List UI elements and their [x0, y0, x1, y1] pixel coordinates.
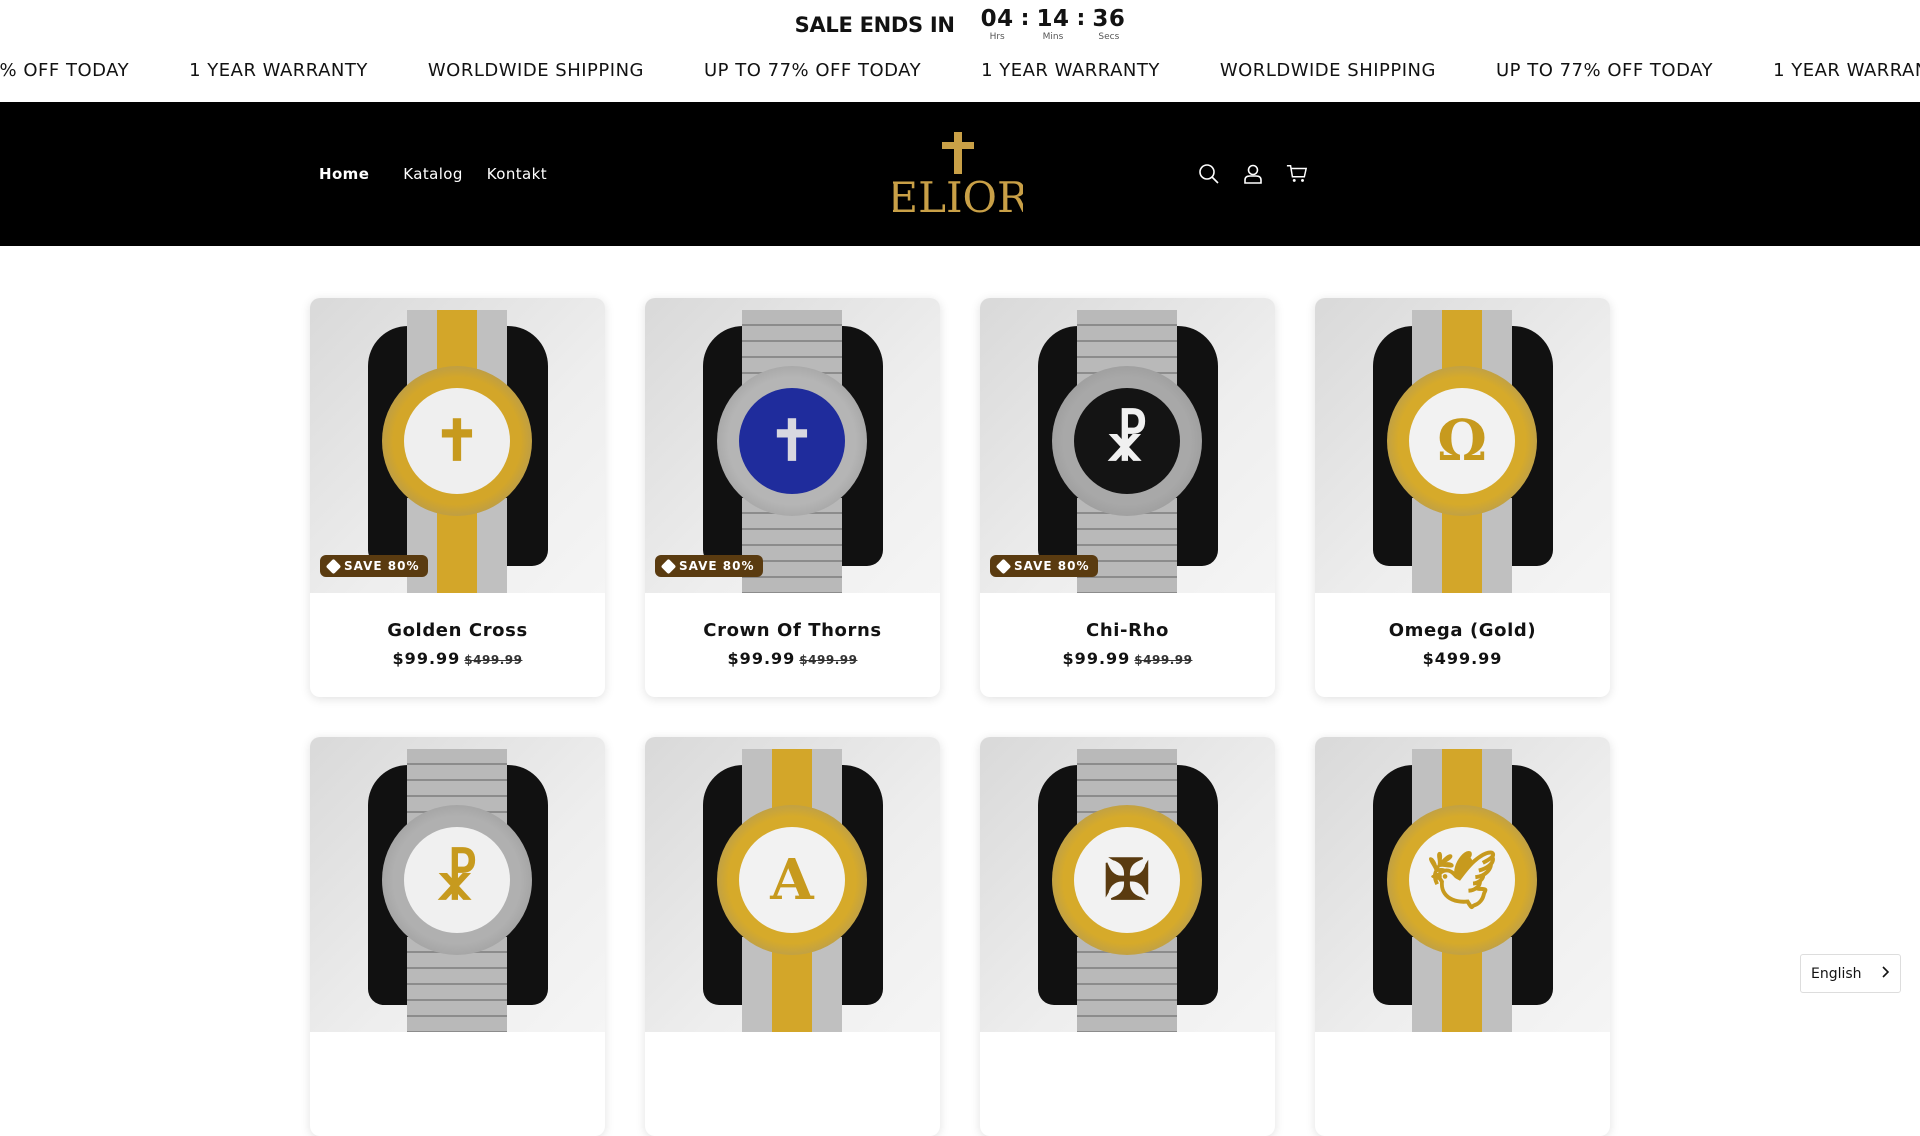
product-info: [645, 1032, 940, 1136]
search-icon[interactable]: [1198, 163, 1220, 185]
product-card[interactable]: ✠: [980, 737, 1275, 1136]
timer-secs-label: Secs: [1098, 32, 1120, 42]
chevron-right-icon: [1880, 965, 1890, 982]
cross-logo-icon: ELIOR: [887, 132, 1030, 222]
header-icons: [1198, 102, 1308, 246]
product-card[interactable]: ☧: [310, 737, 605, 1136]
product-grid: ✝ SAVE 80% Golden Cross $99.99 $499.99 ✝ SAVE …: [310, 298, 1610, 1136]
sale-badge: SAVE 80%: [990, 555, 1098, 577]
product-compare-price: $499.99: [464, 653, 523, 667]
nav-catalog-link[interactable]: Katalog: [403, 165, 463, 183]
product-price: $99.99: [392, 649, 461, 668]
product-image[interactable]: ✝ SAVE 80%: [310, 298, 605, 593]
watch-dial-symbol: 🕊: [1409, 827, 1515, 933]
tag-icon: [660, 558, 677, 574]
marquee-item: 1 YEAR WARRANTY: [189, 60, 368, 81]
product-price: $99.99: [1062, 649, 1131, 668]
marquee-item: UP TO 77% OFF TODAY: [1495, 60, 1714, 81]
language-selector[interactable]: English: [1800, 954, 1901, 993]
product-info: Crown Of Thorns $99.99 $499.99: [645, 593, 940, 697]
brand-logo[interactable]: ELIOR: [887, 130, 1030, 222]
product-card[interactable]: ☧ SAVE 80% Chi-Rho $99.99 $499.99: [980, 298, 1275, 697]
product-card[interactable]: Ω Omega (Gold) $499.99: [1315, 298, 1610, 697]
timer-hours: 04 Hrs: [980, 6, 1014, 43]
timer-mins-label: Mins: [1042, 32, 1064, 42]
timer-secs-value: 36: [1092, 6, 1126, 32]
marquee-item: WORLDWIDE SHIPPING: [1219, 60, 1436, 81]
timer-mins: 14 Mins: [1036, 6, 1070, 43]
product-price-row: $99.99 $499.99: [310, 649, 605, 668]
product-image[interactable]: 🕊: [1315, 737, 1610, 1032]
countdown-timer: 04 Hrs : 14 Mins : 36 Secs: [980, 6, 1126, 43]
product-title[interactable]: Crown Of Thorns: [645, 620, 940, 641]
product-card[interactable]: ✝ SAVE 80% Golden Cross $99.99 $499.99: [310, 298, 605, 697]
product-image[interactable]: ☧: [310, 737, 605, 1032]
marquee-item: 1 YEAR WARRANTY: [981, 60, 1160, 81]
product-image[interactable]: ☧ SAVE 80%: [980, 298, 1275, 593]
sale-badge-label: SAVE 80%: [1014, 559, 1090, 573]
product-card[interactable]: A: [645, 737, 940, 1136]
product-price: $99.99: [727, 649, 796, 668]
sale-countdown-bar: SALE ENDS IN 04 Hrs : 14 Mins : 36 Secs: [0, 0, 1920, 44]
product-compare-price: $499.99: [1134, 653, 1193, 667]
product-card[interactable]: ✝ SAVE 80% Crown Of Thorns $99.99 $499.99: [645, 298, 940, 697]
marquee-item: 1 YEAR WARRANTY: [1773, 60, 1920, 81]
product-price-row: $99.99 $499.99: [645, 649, 940, 668]
product-info: [980, 1032, 1275, 1136]
product-info: Chi-Rho $99.99 $499.99: [980, 593, 1275, 697]
timer-separator: :: [1020, 6, 1030, 31]
watch-dial-symbol: ✠: [1074, 827, 1180, 933]
tag-icon: [995, 558, 1012, 574]
product-image[interactable]: Ω: [1315, 298, 1610, 593]
site-header: Home Katalog Kontakt ELIOR: [0, 102, 1920, 246]
marquee-item: UP TO 77% OFF TODAY: [703, 60, 922, 81]
product-image[interactable]: ✝ SAVE 80%: [645, 298, 940, 593]
product-price-row: $99.99 $499.99: [980, 649, 1275, 668]
sale-badge-label: SAVE 80%: [344, 559, 420, 573]
sale-badge: SAVE 80%: [655, 555, 763, 577]
product-image[interactable]: ✠: [980, 737, 1275, 1032]
watch-dial-symbol: ☧: [404, 827, 510, 933]
svg-text:ELIOR: ELIOR: [893, 173, 1023, 220]
nav-contact-link[interactable]: Kontakt: [487, 165, 547, 183]
sale-badge-label: SAVE 80%: [679, 559, 755, 573]
timer-separator: :: [1076, 6, 1086, 31]
watch-dial-symbol: Ω: [1409, 388, 1515, 494]
watch-dial-symbol: A: [739, 827, 845, 933]
timer-hours-label: Hrs: [989, 32, 1005, 42]
timer-secs: 36 Secs: [1092, 6, 1126, 43]
sale-title: SALE ENDS IN: [794, 13, 955, 37]
sale-badge: SAVE 80%: [320, 555, 428, 577]
main-nav: Home Katalog Kontakt: [319, 102, 547, 246]
marquee-item: UP TO 77% OFF TODAY: [0, 60, 130, 81]
product-compare-price: $499.99: [799, 653, 858, 667]
watch-dial-symbol: ☧: [1074, 388, 1180, 494]
product-info: [310, 1032, 605, 1136]
marquee-item: WORLDWIDE SHIPPING: [427, 60, 644, 81]
language-label: English: [1811, 965, 1862, 982]
nav-home-link[interactable]: Home: [319, 165, 369, 183]
timer-mins-value: 14: [1036, 6, 1070, 32]
marquee-track: UP TO 77% OFF TODAY 1 YEAR WARRANTY WORLDW…: [0, 60, 1920, 81]
product-price: $499.99: [1422, 649, 1503, 668]
announcement-marquee: UP TO 77% OFF TODAY 1 YEAR WARRANTY WORLDW…: [0, 44, 1920, 102]
tag-icon: [325, 558, 342, 574]
product-title[interactable]: Omega (Gold): [1315, 620, 1610, 641]
product-price-row: $499.99: [1315, 649, 1610, 668]
account-icon[interactable]: [1242, 163, 1264, 185]
watch-dial-symbol: ✝: [739, 388, 845, 494]
product-title[interactable]: Golden Cross: [310, 620, 605, 641]
product-info: Golden Cross $99.99 $499.99: [310, 593, 605, 697]
cart-icon[interactable]: [1286, 163, 1308, 185]
timer-hours-value: 04: [980, 6, 1014, 32]
product-info: Omega (Gold) $499.99: [1315, 593, 1610, 697]
product-image[interactable]: A: [645, 737, 940, 1032]
product-info: [1315, 1032, 1610, 1136]
product-card[interactable]: 🕊: [1315, 737, 1610, 1136]
watch-dial-symbol: ✝: [404, 388, 510, 494]
product-title[interactable]: Chi-Rho: [980, 620, 1275, 641]
